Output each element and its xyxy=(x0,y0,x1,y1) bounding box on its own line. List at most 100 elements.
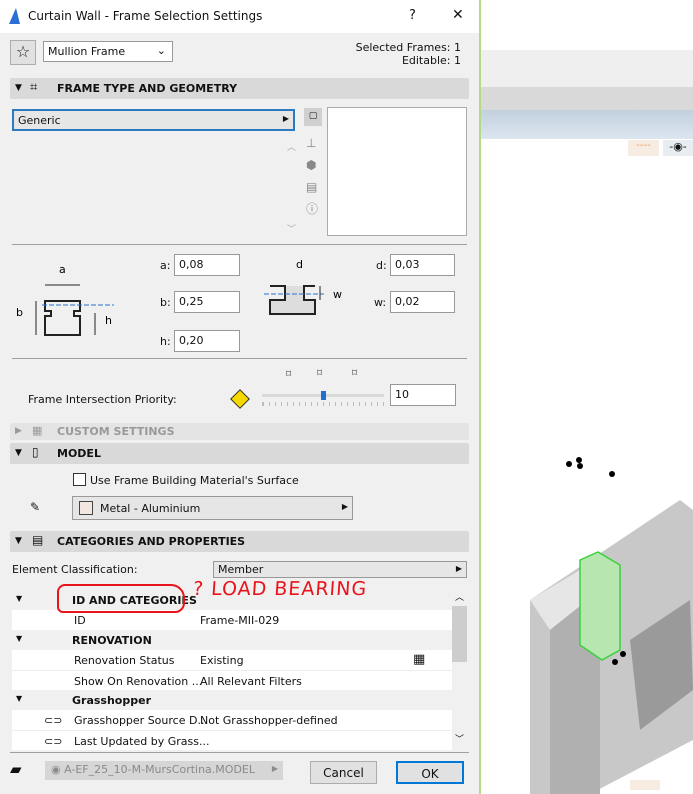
properties-scrollbar[interactable]: ︿ ﹀ xyxy=(452,588,467,748)
collapse-triangle-icon: ▼ xyxy=(15,536,22,546)
svg-text:b: b xyxy=(16,306,23,319)
model-icon: ▯ xyxy=(32,445,39,459)
priority-input[interactable]: 10 xyxy=(390,384,456,406)
arrow-right-icon: ▶ xyxy=(341,502,348,511)
custom-settings-icon: ▦ xyxy=(32,424,43,437)
3d-view-icon[interactable]: ⬢ xyxy=(306,154,318,176)
scroll-up-icon: ︿ xyxy=(455,593,465,603)
param-h-input[interactable]: 0,20 xyxy=(174,330,240,352)
priority-warning-icon xyxy=(230,389,250,409)
param-h-label: h: xyxy=(160,335,171,348)
collapse-triangle-icon: ▼ xyxy=(15,83,22,93)
frame-preview xyxy=(327,107,467,236)
param-w-label: w: xyxy=(374,296,387,309)
slider-thumb[interactable] xyxy=(320,391,326,400)
scroll-up-icon[interactable]: ︿ xyxy=(287,140,296,153)
section-categories-header[interactable]: ▼ ▤ CATEGORIES AND PROPERTIES xyxy=(10,531,469,552)
eye-icon: ◉ xyxy=(51,763,61,776)
title-bar: Curtain Wall - Frame Selection Settings … xyxy=(0,0,479,33)
use-building-material-label: Use Frame Building Material's Surface xyxy=(90,474,299,487)
group-row[interactable]: ▼ RENOVATION xyxy=(12,630,452,650)
priority-low-icon: ⌑ xyxy=(286,369,292,380)
group-row[interactable]: ▼ Grasshopper xyxy=(12,690,452,710)
link-icon: ⊂⊃ xyxy=(44,714,63,727)
collapse-triangle-icon: ▼ xyxy=(15,448,22,458)
frame-profile-diagram: a b h xyxy=(16,263,114,336)
preset-value: Mullion Frame xyxy=(48,45,126,58)
selected-frames-count: Selected Frames: 1 xyxy=(355,41,461,54)
cancel-button[interactable]: Cancel xyxy=(310,761,377,784)
property-row[interactable]: Show On Renovation ... All Relevant Filte… xyxy=(12,670,452,690)
section-view-icon[interactable]: ⊥ xyxy=(306,132,318,154)
param-w-input[interactable]: 0,02 xyxy=(390,291,455,313)
svg-text:d: d xyxy=(296,258,303,271)
renovation-brick-icon: ▦ xyxy=(413,652,426,667)
layer-icon: ▰ xyxy=(10,760,22,778)
archicad-logo-icon xyxy=(9,8,20,24)
collapse-triangle-icon: ▼ xyxy=(16,694,23,703)
section-model-header[interactable]: ▼ ▯ MODEL xyxy=(10,443,469,464)
3d-model-view xyxy=(530,457,693,794)
info-icon[interactable]: ⓘ xyxy=(306,198,318,220)
frame-joint-diagram: d w xyxy=(264,258,342,315)
linetype-icon[interactable]: ---- xyxy=(628,140,659,156)
param-b-input[interactable]: 0,25 xyxy=(174,291,240,313)
svg-text:a: a xyxy=(59,263,66,276)
layer-dropdown[interactable]: ◉ A-EF_25_10-M-MursCortina.MODEL ▶ xyxy=(45,761,283,780)
classification-label: Element Classification: xyxy=(12,563,138,576)
arrow-right-icon: ▶ xyxy=(282,114,289,123)
close-button[interactable]: ✕ xyxy=(452,7,464,23)
plan-view-icon[interactable]: ▢ xyxy=(304,108,322,126)
surface-material-dropdown[interactable]: Metal - Aluminium ▶ xyxy=(72,496,353,520)
scroll-down-icon: ﹀ xyxy=(455,735,465,745)
editable-count: Editable: 1 xyxy=(401,54,461,67)
link-icon: ⊂⊃ xyxy=(44,735,63,748)
property-row[interactable]: ID Frame-MII-029 xyxy=(12,610,452,630)
scroll-down-icon[interactable]: ﹀ xyxy=(287,222,296,235)
selected-mullion xyxy=(579,551,621,661)
priority-slider[interactable] xyxy=(262,391,384,400)
classification-dropdown[interactable]: Member ▶ xyxy=(213,561,467,578)
property-row[interactable]: ⊂⊃ Grasshopper Source D... Not Grasshopper… xyxy=(12,710,452,730)
param-a-label: a: xyxy=(160,259,171,272)
collapse-triangle-icon: ▼ xyxy=(16,594,23,603)
eye-icon[interactable]: -◉- xyxy=(663,140,693,156)
arrow-right-icon: ▶ xyxy=(271,764,278,773)
frame-type-selector[interactable]: Generic ▶ xyxy=(12,109,295,131)
param-b-label: b: xyxy=(160,296,171,309)
annotation-circle xyxy=(57,584,185,613)
property-row[interactable]: Renovation Status Existing ▦ xyxy=(12,650,452,670)
param-a-input[interactable]: 0,08 xyxy=(174,254,240,276)
priority-mid-icon: ⌑ xyxy=(317,368,323,379)
favorites-star-button[interactable]: ☆ xyxy=(10,40,36,65)
frame-geometry-icon: ⌗ xyxy=(30,80,38,95)
handwritten-annotation: ? LOAD BEARING xyxy=(192,578,368,600)
properties-list-icon: ▤ xyxy=(32,533,44,547)
toolbar-band xyxy=(480,50,693,87)
preset-dropdown[interactable]: Mullion Frame ⌄ xyxy=(43,41,173,62)
slider-ticks xyxy=(262,402,384,406)
arrow-right-icon: ▶ xyxy=(455,564,462,573)
ok-button[interactable]: OK xyxy=(396,761,464,784)
priority-high-icon: ⌑ xyxy=(352,368,358,379)
svg-text:w: w xyxy=(333,288,342,301)
collapse-triangle-icon: ▼ xyxy=(16,634,23,643)
section-frame-type-header[interactable]: ▼ ⌗ FRAME TYPE AND GEOMETRY xyxy=(10,78,469,99)
dialog-title: Curtain Wall - Frame Selection Settings xyxy=(28,9,263,23)
help-button[interactable]: ? xyxy=(409,8,416,23)
section-custom-settings-header[interactable]: ▶ ▦ CUSTOM SETTINGS xyxy=(10,423,469,440)
chevron-down-icon: ⌄ xyxy=(156,44,166,57)
tab-band xyxy=(480,87,693,110)
svg-text:h: h xyxy=(105,314,112,327)
param-d-input[interactable]: 0,03 xyxy=(390,254,455,276)
paint-brush-icon: ✎ xyxy=(30,500,41,514)
priority-label: Frame Intersection Priority: xyxy=(28,393,177,406)
use-building-material-checkbox[interactable] xyxy=(73,473,86,486)
3d-viewport[interactable]: ---- -◉- xyxy=(480,0,693,794)
elevation-view-icon[interactable]: ▤ xyxy=(306,176,318,198)
property-row[interactable]: ⊂⊃ Last Updated by Grass... xyxy=(12,730,452,750)
divider xyxy=(10,752,469,753)
material-swatch xyxy=(79,501,93,515)
scrollbar-thumb[interactable] xyxy=(452,606,467,662)
param-d-label: d: xyxy=(376,259,387,272)
